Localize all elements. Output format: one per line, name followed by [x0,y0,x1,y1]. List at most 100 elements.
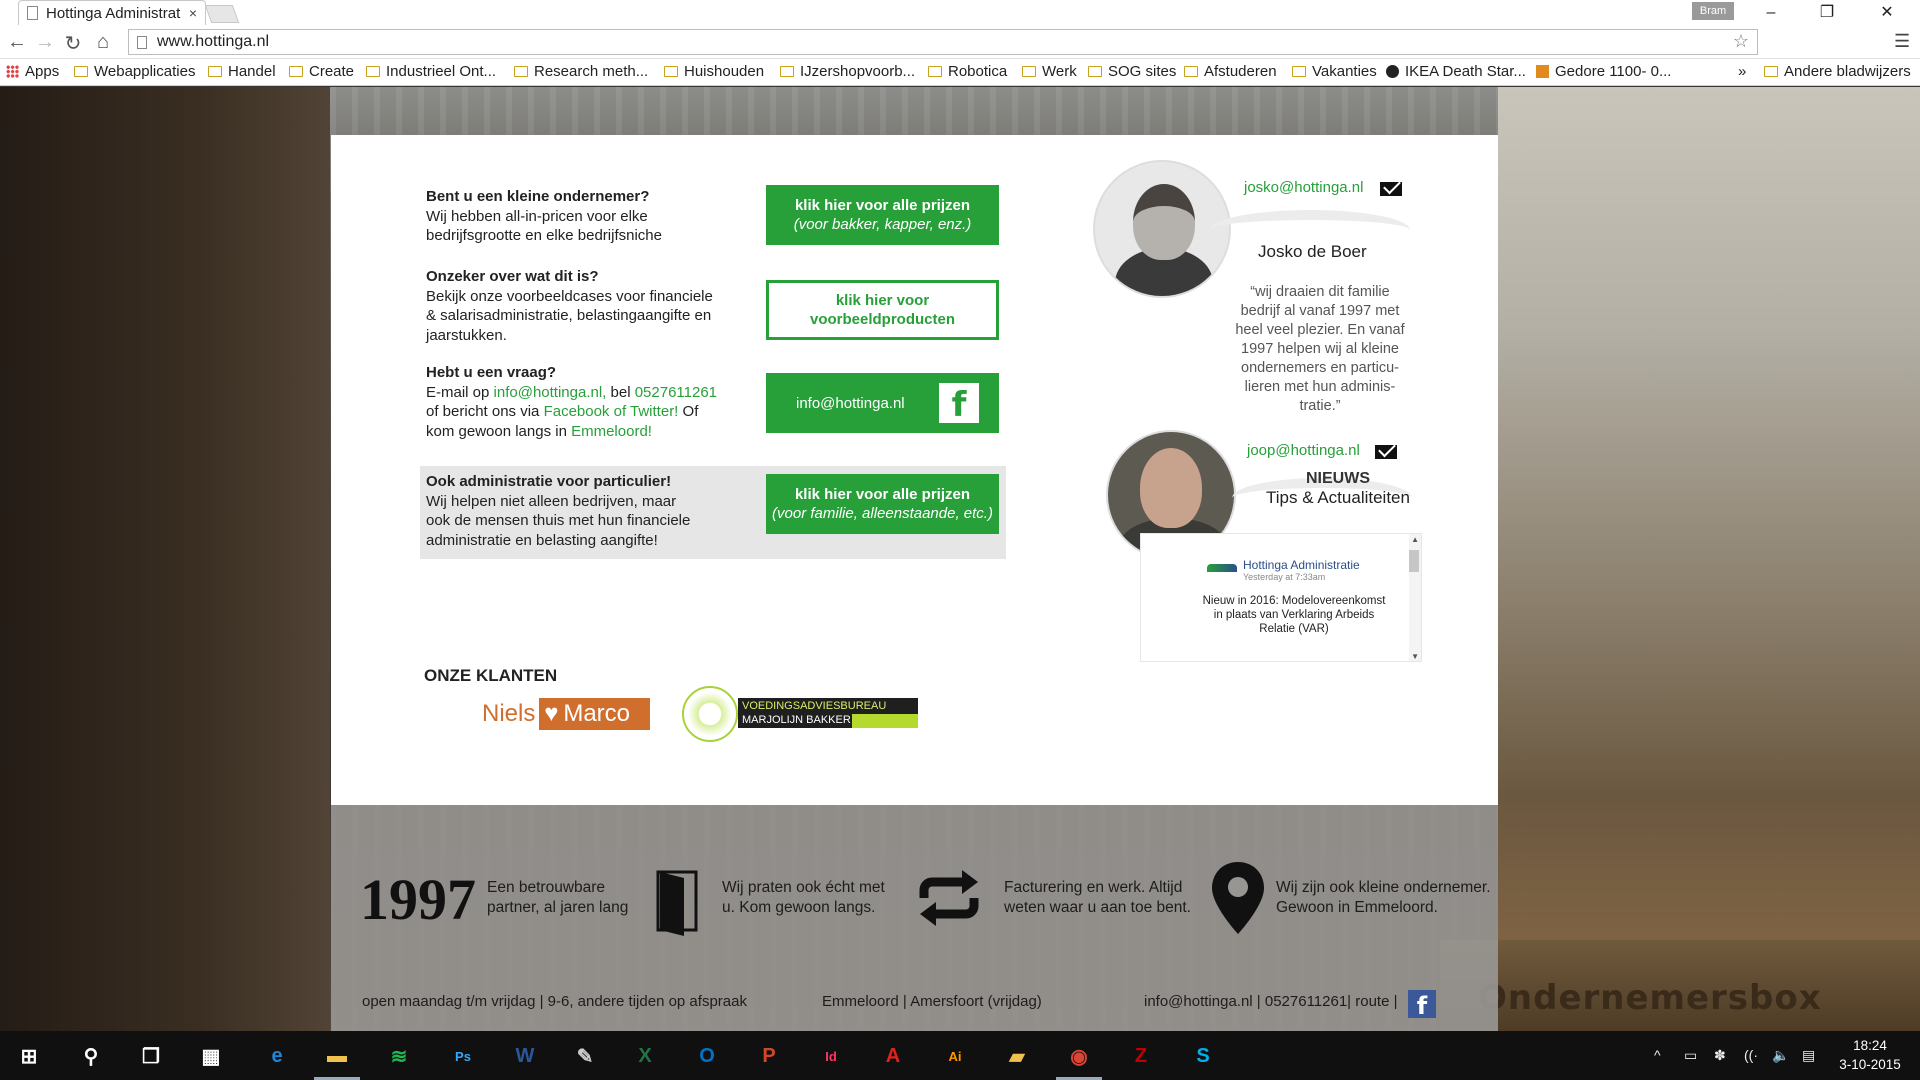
minimize-button[interactable]: – [1744,0,1798,25]
paint-icon[interactable]: ✎ [570,1041,600,1071]
footer-contact[interactable]: info@hottinga.nl | 0527611261| route | [1144,993,1398,1010]
feature-text: Wij zijn ook kleine ondernemer. Gewoon i… [1276,879,1491,916]
tray-overflow-icon[interactable]: ^ [1654,1047,1661,1063]
contact-email-button[interactable]: info@hottinga.nl f [766,373,999,433]
illustrator-icon[interactable]: Ai [940,1041,970,1071]
skype-icon[interactable]: S [1188,1041,1218,1071]
spotify-icon[interactable]: ≋ [384,1041,414,1071]
indesign-icon[interactable]: Id [816,1041,846,1071]
file-explorer-icon[interactable]: ▬ [322,1041,352,1071]
bookmark-huishouden[interactable]: Huishouden [664,63,764,80]
feed-post-text[interactable]: Nieuw in 2016: Modelovereenkomst in plaa… [1199,594,1389,636]
bookmark-gedore[interactable]: Gedore 1100- 0... [1536,63,1671,80]
powerpoint-icon[interactable]: P [754,1041,784,1071]
excel-icon[interactable]: X [630,1041,660,1071]
adblock-plus-icon[interactable]: ABP [1828,32,1848,52]
bookmark-create[interactable]: Create [289,63,354,80]
address-bar[interactable]: www.hottinga.nl ☆ [128,29,1758,55]
chrome-icon[interactable]: ◉ [1064,1041,1094,1071]
bookmark-other[interactable]: Andere bladwijzers [1764,63,1911,80]
battery-icon[interactable]: ▭ [1684,1047,1697,1064]
search-icon[interactable]: ⚲ [76,1041,106,1071]
filezilla-icon[interactable]: Z [1126,1041,1156,1071]
niels-marco-logo[interactable]: Niels ♥ Marco [478,698,650,730]
forward-icon[interactable]: → [34,31,56,54]
block-heading: Onzeker over wat dit is? [426,268,599,285]
bookmark-robotica[interactable]: Robotica [928,63,1007,80]
new-tab-button[interactable] [204,5,240,23]
pinterest-icon[interactable]: P [1796,32,1816,52]
home-icon[interactable]: ⌂ [92,31,114,54]
prices-private-button[interactable]: klik hier voor alle prijzen (voor famili… [766,474,999,534]
joop-email-link[interactable]: joop@hottinga.nl [1247,442,1360,459]
bookmark-vakanties[interactable]: Vakanties [1292,63,1377,80]
scroll-thumb[interactable] [1409,550,1419,572]
josko-name: Josko de Boer [1258,242,1367,261]
example-products-button[interactable]: klik hier voor voorbeeldproducten [766,280,999,340]
feed-scrollbar[interactable]: ▲ ▼ [1409,534,1421,661]
bookmark-handel[interactable]: Handel [208,63,276,80]
browser-tab[interactable]: Hottinga Administrat × [18,0,206,25]
opera-icon[interactable]: O [1860,32,1880,52]
volume-icon[interactable]: 🔈 [1772,1047,1789,1064]
news-heading: NIEUWS Tips & Actualiteiten [1266,470,1410,507]
restore-button[interactable]: ❐ [1800,0,1854,25]
envelope-icon[interactable] [1380,182,1402,196]
feed-page-name[interactable]: Hottinga Administratie [1243,558,1360,572]
bookmark-ijzershop[interactable]: IJzershopvoorb... [780,63,915,80]
page-info-icon[interactable] [137,35,147,49]
system-clock[interactable]: 18:24 3-10-2015 [1828,1036,1912,1074]
bookmark-webapplicaties[interactable]: Webapplicaties [74,63,195,80]
acrobat-icon[interactable]: A [878,1041,908,1071]
outlook-icon[interactable]: O [692,1041,722,1071]
profile-button[interactable]: Bram [1692,2,1734,20]
store-icon[interactable]: ▦ [196,1041,226,1071]
social-link[interactable]: Facebook of Twitter! [544,403,679,420]
bookmark-werk[interactable]: Werk [1022,63,1077,80]
location-pin-icon [1212,862,1264,934]
voedingsadviesbureau-logo[interactable]: VOEDINGSADVIESBUREAU MARJOLIJN BAKKER [682,686,920,742]
background-shelves [0,87,330,1031]
phone-link[interactable]: 0527611261 [635,384,717,401]
hottinga-logo [1207,564,1237,572]
ikea-icon [1386,65,1399,78]
bookmark-ikea[interactable]: IKEA Death Star... [1386,63,1526,80]
bookmark-apps[interactable]: Apps [6,63,59,80]
block-heading: Ook administratie voor particulier! [426,473,672,490]
bookmark-sog-sites[interactable]: SOG sites [1088,63,1176,80]
notifications-icon[interactable]: ▤ [1802,1047,1815,1064]
reload-icon[interactable]: ↻ [62,31,84,56]
email-link[interactable]: info@hottinga.nl, [494,384,607,401]
bookmark-industrieel[interactable]: Industrieel Ont... [366,63,496,80]
chrome-menu-icon[interactable]: ☰ [1894,31,1910,52]
start-icon[interactable]: ⊞ [14,1041,44,1071]
bookmark-star-icon[interactable]: ☆ [1733,31,1749,52]
feed-timestamp: Yesterday at 7:33am [1243,572,1326,582]
bookmark-afstuderen[interactable]: Afstuderen [1184,63,1277,80]
bookmark-research[interactable]: Research meth... [514,63,648,80]
dropbox-icon[interactable]: ✽ [1714,1047,1726,1064]
bookmarks-overflow[interactable]: » [1738,63,1746,80]
folder-icon [1022,66,1036,77]
facebook-feed-widget[interactable]: Hottinga Administratie Yesterday at 7:33… [1140,533,1422,662]
task-view-icon[interactable]: ❐ [136,1041,166,1071]
photoshop-icon[interactable]: Ps [448,1041,478,1071]
josko-email-link[interactable]: josko@hottinga.nl [1244,179,1363,196]
close-window-button[interactable]: ✕ [1860,0,1914,25]
explorer-folder-icon[interactable]: ▰ [1002,1041,1032,1071]
facebook-icon[interactable]: f [939,383,979,425]
facebook-icon[interactable]: f [1408,990,1436,1020]
word-icon[interactable]: W [510,1041,540,1071]
location-link[interactable]: Emmeloord! [571,423,652,440]
envelope-icon[interactable] [1375,445,1397,459]
wifi-icon[interactable]: ((· [1744,1047,1758,1063]
back-icon[interactable]: ← [6,31,28,54]
gedore-icon [1536,65,1549,78]
scroll-down-icon[interactable]: ▼ [1411,652,1419,661]
scroll-up-icon[interactable]: ▲ [1411,535,1419,544]
tab-close-icon[interactable]: × [189,5,197,21]
edge-icon[interactable]: e [262,1041,292,1071]
prices-business-button[interactable]: klik hier voor alle prijzen (voor bakker… [766,185,999,245]
tab-strip: Hottinga Administrat × Bram – ❐ ✕ [0,0,1920,25]
block-private: Ook administratie voor particulier! Wij … [426,473,691,549]
